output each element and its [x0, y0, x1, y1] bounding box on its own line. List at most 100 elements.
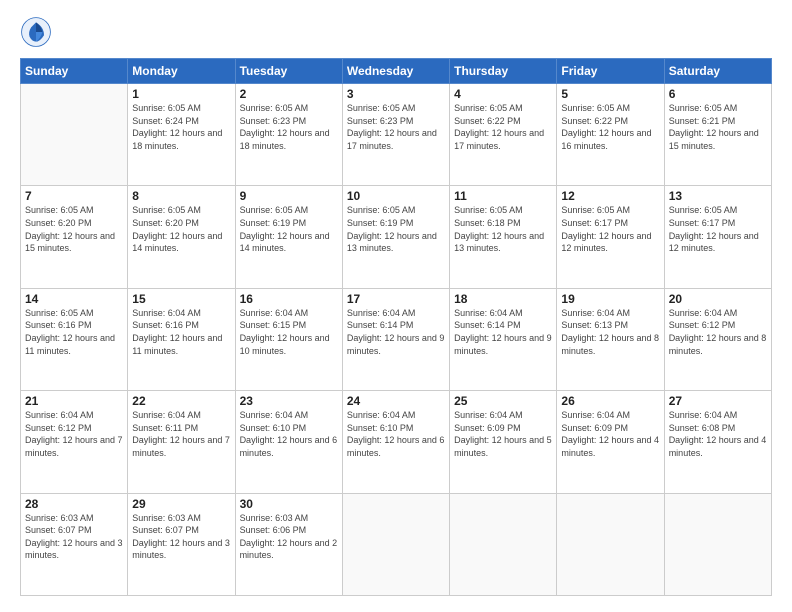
day-info: Sunrise: 6:05 AMSunset: 6:19 PMDaylight:… — [347, 204, 445, 254]
day-number: 23 — [240, 394, 338, 408]
day-number: 8 — [132, 189, 230, 203]
day-info: Sunrise: 6:05 AMSunset: 6:17 PMDaylight:… — [669, 204, 767, 254]
calendar-cell: 23Sunrise: 6:04 AMSunset: 6:10 PMDayligh… — [235, 391, 342, 493]
day-info: Sunrise: 6:05 AMSunset: 6:19 PMDaylight:… — [240, 204, 338, 254]
day-number: 20 — [669, 292, 767, 306]
day-info: Sunrise: 6:04 AMSunset: 6:13 PMDaylight:… — [561, 307, 659, 357]
day-number: 27 — [669, 394, 767, 408]
day-number: 25 — [454, 394, 552, 408]
calendar-weekday-saturday: Saturday — [664, 59, 771, 84]
day-info: Sunrise: 6:04 AMSunset: 6:12 PMDaylight:… — [669, 307, 767, 357]
calendar-cell: 5Sunrise: 6:05 AMSunset: 6:22 PMDaylight… — [557, 84, 664, 186]
day-info: Sunrise: 6:03 AMSunset: 6:06 PMDaylight:… — [240, 512, 338, 562]
day-info: Sunrise: 6:05 AMSunset: 6:21 PMDaylight:… — [669, 102, 767, 152]
calendar-cell: 20Sunrise: 6:04 AMSunset: 6:12 PMDayligh… — [664, 288, 771, 390]
day-info: Sunrise: 6:04 AMSunset: 6:14 PMDaylight:… — [347, 307, 445, 357]
day-info: Sunrise: 6:04 AMSunset: 6:12 PMDaylight:… — [25, 409, 123, 459]
calendar-cell: 28Sunrise: 6:03 AMSunset: 6:07 PMDayligh… — [21, 493, 128, 595]
calendar-table: SundayMondayTuesdayWednesdayThursdayFrid… — [20, 58, 772, 596]
day-number: 1 — [132, 87, 230, 101]
calendar-cell: 1Sunrise: 6:05 AMSunset: 6:24 PMDaylight… — [128, 84, 235, 186]
page: SundayMondayTuesdayWednesdayThursdayFrid… — [0, 0, 792, 612]
calendar-cell: 25Sunrise: 6:04 AMSunset: 6:09 PMDayligh… — [450, 391, 557, 493]
calendar-cell: 24Sunrise: 6:04 AMSunset: 6:10 PMDayligh… — [342, 391, 449, 493]
day-info: Sunrise: 6:04 AMSunset: 6:10 PMDaylight:… — [347, 409, 445, 459]
day-info: Sunrise: 6:03 AMSunset: 6:07 PMDaylight:… — [132, 512, 230, 562]
day-info: Sunrise: 6:05 AMSunset: 6:16 PMDaylight:… — [25, 307, 123, 357]
day-number: 13 — [669, 189, 767, 203]
logo-icon — [20, 16, 52, 48]
day-number: 15 — [132, 292, 230, 306]
calendar-week-row: 14Sunrise: 6:05 AMSunset: 6:16 PMDayligh… — [21, 288, 772, 390]
logo — [20, 16, 56, 48]
calendar-week-row: 28Sunrise: 6:03 AMSunset: 6:07 PMDayligh… — [21, 493, 772, 595]
day-info: Sunrise: 6:04 AMSunset: 6:14 PMDaylight:… — [454, 307, 552, 357]
calendar-weekday-friday: Friday — [557, 59, 664, 84]
calendar-cell — [342, 493, 449, 595]
calendar-cell: 8Sunrise: 6:05 AMSunset: 6:20 PMDaylight… — [128, 186, 235, 288]
day-info: Sunrise: 6:05 AMSunset: 6:20 PMDaylight:… — [132, 204, 230, 254]
calendar-cell: 15Sunrise: 6:04 AMSunset: 6:16 PMDayligh… — [128, 288, 235, 390]
calendar-cell: 12Sunrise: 6:05 AMSunset: 6:17 PMDayligh… — [557, 186, 664, 288]
calendar-cell: 18Sunrise: 6:04 AMSunset: 6:14 PMDayligh… — [450, 288, 557, 390]
day-number: 3 — [347, 87, 445, 101]
day-number: 17 — [347, 292, 445, 306]
day-info: Sunrise: 6:05 AMSunset: 6:18 PMDaylight:… — [454, 204, 552, 254]
calendar-cell: 29Sunrise: 6:03 AMSunset: 6:07 PMDayligh… — [128, 493, 235, 595]
calendar-cell — [21, 84, 128, 186]
day-number: 26 — [561, 394, 659, 408]
day-info: Sunrise: 6:04 AMSunset: 6:11 PMDaylight:… — [132, 409, 230, 459]
calendar-cell: 9Sunrise: 6:05 AMSunset: 6:19 PMDaylight… — [235, 186, 342, 288]
calendar-cell: 6Sunrise: 6:05 AMSunset: 6:21 PMDaylight… — [664, 84, 771, 186]
day-number: 24 — [347, 394, 445, 408]
calendar-week-row: 7Sunrise: 6:05 AMSunset: 6:20 PMDaylight… — [21, 186, 772, 288]
calendar-cell — [664, 493, 771, 595]
day-info: Sunrise: 6:04 AMSunset: 6:16 PMDaylight:… — [132, 307, 230, 357]
calendar-cell: 22Sunrise: 6:04 AMSunset: 6:11 PMDayligh… — [128, 391, 235, 493]
calendar-cell: 11Sunrise: 6:05 AMSunset: 6:18 PMDayligh… — [450, 186, 557, 288]
day-number: 4 — [454, 87, 552, 101]
day-number: 16 — [240, 292, 338, 306]
calendar-cell — [450, 493, 557, 595]
calendar-cell: 26Sunrise: 6:04 AMSunset: 6:09 PMDayligh… — [557, 391, 664, 493]
day-number: 5 — [561, 87, 659, 101]
day-info: Sunrise: 6:05 AMSunset: 6:20 PMDaylight:… — [25, 204, 123, 254]
day-number: 7 — [25, 189, 123, 203]
calendar-cell: 14Sunrise: 6:05 AMSunset: 6:16 PMDayligh… — [21, 288, 128, 390]
calendar-cell: 13Sunrise: 6:05 AMSunset: 6:17 PMDayligh… — [664, 186, 771, 288]
calendar-cell: 3Sunrise: 6:05 AMSunset: 6:23 PMDaylight… — [342, 84, 449, 186]
calendar-cell — [557, 493, 664, 595]
calendar-cell: 17Sunrise: 6:04 AMSunset: 6:14 PMDayligh… — [342, 288, 449, 390]
day-number: 12 — [561, 189, 659, 203]
day-number: 2 — [240, 87, 338, 101]
calendar-week-row: 21Sunrise: 6:04 AMSunset: 6:12 PMDayligh… — [21, 391, 772, 493]
day-info: Sunrise: 6:05 AMSunset: 6:22 PMDaylight:… — [561, 102, 659, 152]
calendar-cell: 30Sunrise: 6:03 AMSunset: 6:06 PMDayligh… — [235, 493, 342, 595]
calendar-cell: 27Sunrise: 6:04 AMSunset: 6:08 PMDayligh… — [664, 391, 771, 493]
day-number: 9 — [240, 189, 338, 203]
day-info: Sunrise: 6:05 AMSunset: 6:23 PMDaylight:… — [347, 102, 445, 152]
day-number: 6 — [669, 87, 767, 101]
day-info: Sunrise: 6:04 AMSunset: 6:09 PMDaylight:… — [454, 409, 552, 459]
day-info: Sunrise: 6:04 AMSunset: 6:08 PMDaylight:… — [669, 409, 767, 459]
header — [20, 16, 772, 48]
calendar-cell: 2Sunrise: 6:05 AMSunset: 6:23 PMDaylight… — [235, 84, 342, 186]
calendar-cell: 21Sunrise: 6:04 AMSunset: 6:12 PMDayligh… — [21, 391, 128, 493]
calendar-cell: 19Sunrise: 6:04 AMSunset: 6:13 PMDayligh… — [557, 288, 664, 390]
calendar-week-row: 1Sunrise: 6:05 AMSunset: 6:24 PMDaylight… — [21, 84, 772, 186]
calendar-weekday-tuesday: Tuesday — [235, 59, 342, 84]
day-info: Sunrise: 6:04 AMSunset: 6:15 PMDaylight:… — [240, 307, 338, 357]
day-number: 14 — [25, 292, 123, 306]
calendar-cell: 4Sunrise: 6:05 AMSunset: 6:22 PMDaylight… — [450, 84, 557, 186]
day-info: Sunrise: 6:05 AMSunset: 6:23 PMDaylight:… — [240, 102, 338, 152]
day-number: 19 — [561, 292, 659, 306]
calendar-weekday-wednesday: Wednesday — [342, 59, 449, 84]
day-number: 29 — [132, 497, 230, 511]
calendar-cell: 16Sunrise: 6:04 AMSunset: 6:15 PMDayligh… — [235, 288, 342, 390]
calendar-weekday-thursday: Thursday — [450, 59, 557, 84]
day-number: 22 — [132, 394, 230, 408]
day-number: 11 — [454, 189, 552, 203]
calendar-header-row: SundayMondayTuesdayWednesdayThursdayFrid… — [21, 59, 772, 84]
day-number: 21 — [25, 394, 123, 408]
calendar-weekday-monday: Monday — [128, 59, 235, 84]
